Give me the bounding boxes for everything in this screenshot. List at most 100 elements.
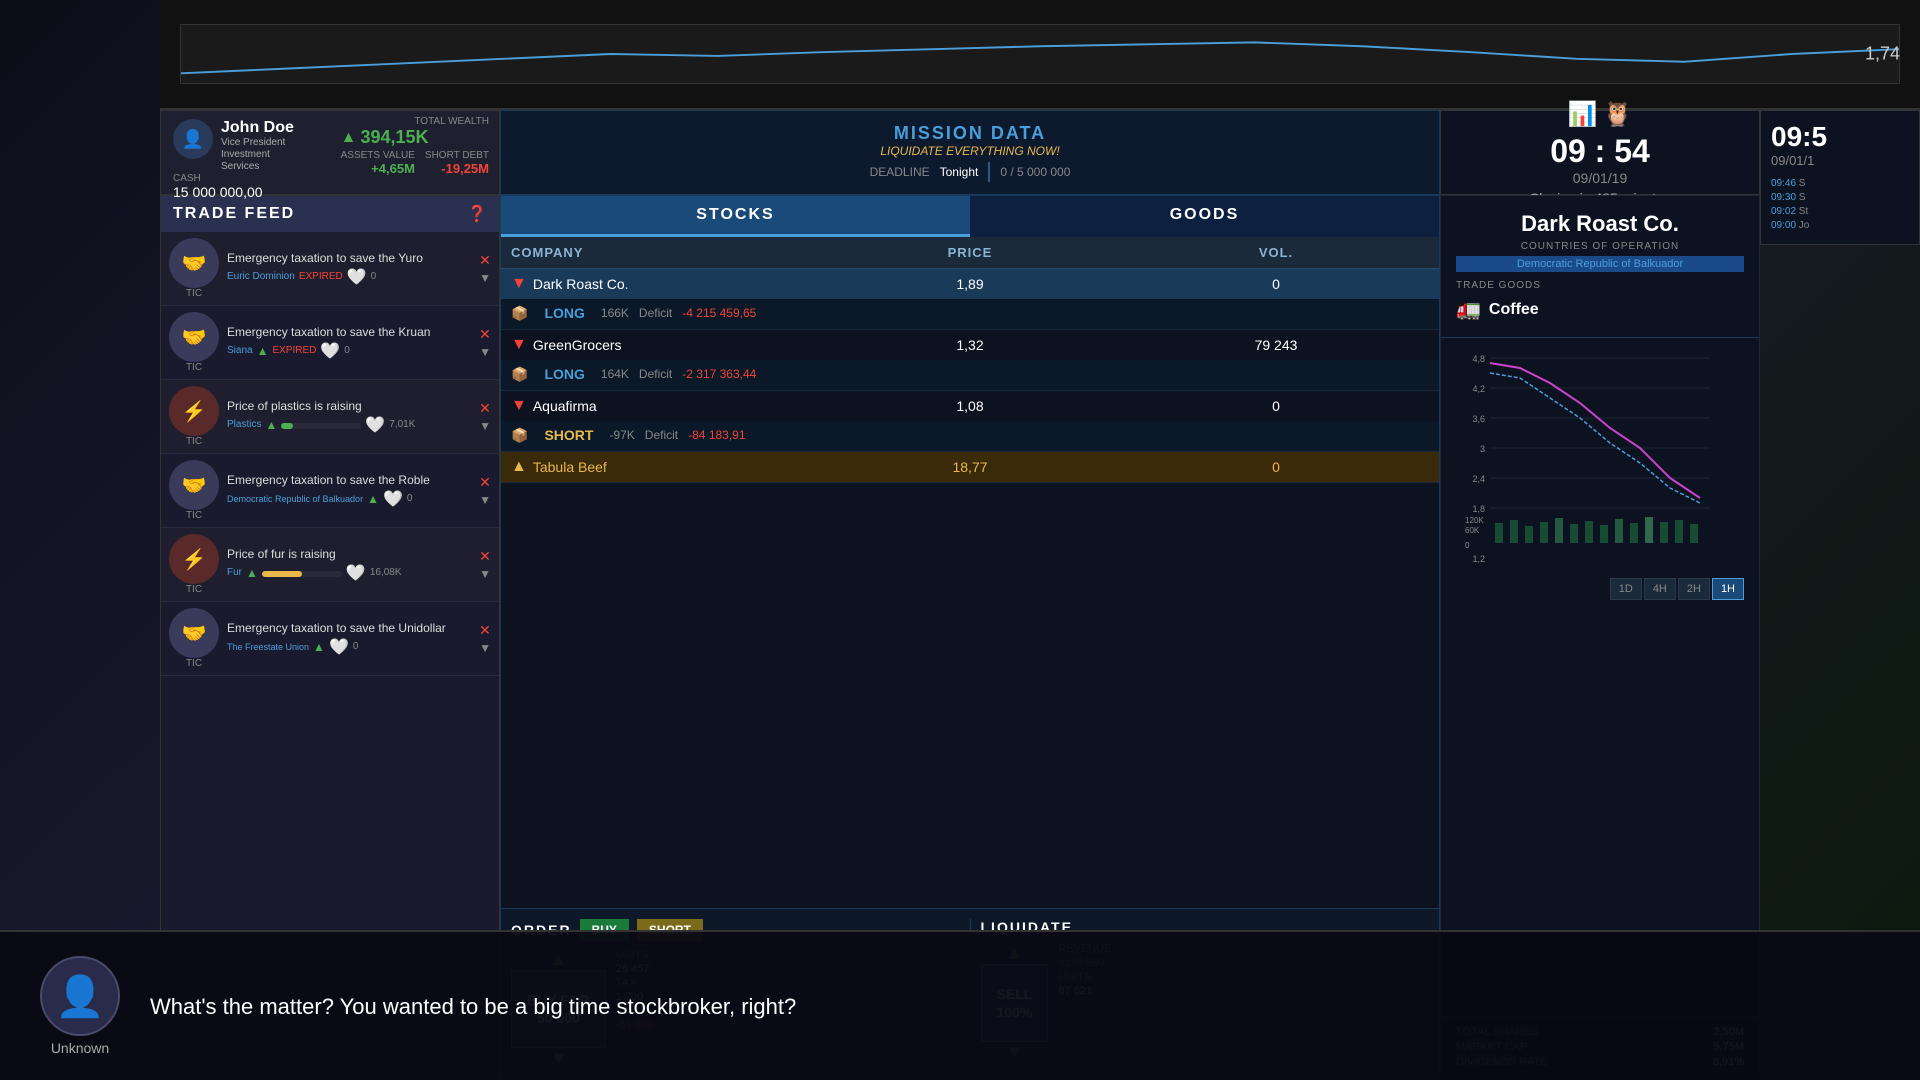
stock-price: 1,32 [817, 337, 1123, 353]
table-row[interactable]: ▼ Aquafirma 1,08 0 📦 SHORT -97K Deficit … [501, 391, 1439, 452]
tf-1d-button[interactable]: 1D [1610, 578, 1642, 600]
list-item: 🤝 TIC Emergency taxation to save the Yur… [161, 232, 499, 306]
list-item: ⚡ TIC Price of plastics is raising Plast… [161, 380, 499, 454]
timeframe-buttons: 1D 4H 2H 1H [1451, 573, 1749, 605]
position-status: Deficit [645, 428, 678, 442]
feed-msg: Emergency taxation to save the Roble [227, 473, 471, 487]
feed-love-icon: 🤍 [383, 489, 403, 509]
tf-4h-button[interactable]: 4H [1644, 578, 1676, 600]
stocks-table: ▼ Dark Roast Co. 1,89 0 📦 LONG 166K Defi… [501, 269, 1439, 908]
feed-source: Euric Dominion [227, 271, 295, 282]
svg-text:60K: 60K [1465, 526, 1480, 535]
chevron-down-icon[interactable]: ▼ [479, 419, 491, 433]
table-row[interactable]: ▼ GreenGrocers 1,32 79 243 📦 LONG 164K D… [501, 330, 1439, 391]
feed-expired: EXPIRED [299, 271, 343, 282]
assets-label: ASSETS VALUE [341, 150, 415, 161]
company-name: Dark Roast Co. [1456, 211, 1744, 237]
tab-stocks[interactable]: STOCKS [501, 196, 970, 237]
trade-feed-title: TRADE FEED [173, 205, 295, 223]
position-amount: -97K [609, 428, 634, 442]
wealth-section: TOTAL WEALTH ▲ 394,15K ASSETS VALUE +4,6… [341, 116, 489, 176]
close-icon[interactable]: ✕ [479, 252, 491, 269]
cash-row: CASH 15 000 000,00 [173, 173, 487, 200]
position-amount: 166K [601, 306, 629, 320]
assets-value: +4,65M [341, 161, 415, 176]
svg-text:3,6: 3,6 [1472, 414, 1485, 424]
assets-row: ASSETS VALUE +4,65M SHORT DEBT -19,25M [341, 150, 489, 176]
deadline-label: DEADLINE [870, 165, 930, 179]
mission-panel: MISSION DATA LIQUIDATE EVERYTHING NOW! D… [500, 110, 1440, 195]
feed-love-count: 7,01K [389, 419, 415, 430]
up-arrow-icon: ▲ [511, 458, 527, 476]
header-row: 👤 John Doe Vice President Investment Ser… [160, 110, 1760, 195]
close-icon[interactable]: ✕ [479, 400, 491, 417]
close-icon[interactable]: ✕ [479, 548, 491, 565]
stock-name: Aquafirma [533, 398, 597, 414]
tf-2h-button[interactable]: 2H [1678, 578, 1710, 600]
right-events: 09:46 S 09:30 S 09:02 St 09:00 Jo [1771, 178, 1909, 231]
svg-text:4,2: 4,2 [1472, 384, 1485, 394]
table-row[interactable]: ▼ Dark Roast Co. 1,89 0 📦 LONG 166K Defi… [501, 269, 1439, 330]
long-badge: LONG [538, 303, 590, 323]
position-icon: 📦 [511, 427, 528, 444]
short-badge: SHORT [538, 425, 599, 445]
user-title1: Vice President [221, 137, 294, 149]
position-icon: 📦 [511, 366, 528, 383]
down-arrow-icon: ▼ [511, 397, 527, 415]
list-item: 🤝 TIC Emergency taxation to save the Kru… [161, 306, 499, 380]
feed-source: Plastics [227, 419, 261, 430]
stock-name: GreenGrocers [533, 337, 622, 353]
speaker-avatar: 👤 [40, 956, 120, 1036]
chevron-down-icon[interactable]: ▼ [479, 271, 491, 285]
chevron-down-icon[interactable]: ▼ [479, 345, 491, 359]
feed-msg: Emergency taxation to save the Yuro [227, 251, 471, 265]
position-status: Deficit [639, 367, 672, 381]
speaker-name: Unknown [51, 1040, 109, 1056]
top-bar: 1,74 [160, 0, 1920, 110]
user-avatar: 👤 [173, 119, 213, 159]
avatar: 🤝 [169, 238, 219, 288]
user-panel: 👤 John Doe Vice President Investment Ser… [160, 110, 500, 195]
deficit-value: -84 183,91 [688, 428, 745, 442]
list-item: 🤝 TIC Emergency taxation to save the Uni… [161, 602, 499, 676]
close-icon[interactable]: ✕ [479, 326, 491, 343]
feed-source: Fur [227, 567, 242, 578]
tab-goods[interactable]: GOODS [970, 196, 1439, 237]
user-title2: Investment [221, 149, 294, 161]
table-row[interactable]: ▲ Tabula Beef 18,77 0 [501, 452, 1439, 483]
deficit-value: -2 317 363,44 [682, 367, 756, 381]
cash-value: 15 000 000,00 [173, 184, 263, 200]
trade-feed-header: TRADE FEED ❓ [161, 196, 499, 232]
tf-1h-button[interactable]: 1H [1712, 578, 1744, 600]
clock-time: 09 : 54 [1550, 133, 1650, 170]
owl-icon: 🦉 [1603, 100, 1633, 129]
close-icon[interactable]: ✕ [479, 622, 491, 639]
close-icon[interactable]: ✕ [479, 474, 491, 491]
down-arrow-icon: ▼ [511, 336, 527, 354]
chevron-down-icon[interactable]: ▼ [479, 493, 491, 507]
up-arrow-icon: ▲ [367, 492, 379, 506]
progress-text: 0 / 5 000 000 [1000, 165, 1070, 179]
th-vol: VOL. [1123, 245, 1429, 260]
dialog-speaker: 👤 Unknown [40, 956, 120, 1056]
stock-price: 1,08 [817, 398, 1123, 414]
avatar: 🤝 [169, 312, 219, 362]
cash-label: CASH [173, 173, 263, 184]
tabs-row: STOCKS GOODS [501, 196, 1439, 237]
up-arrow-icon: ▲ [257, 344, 269, 358]
stock-vol: 0 [1123, 459, 1429, 475]
feed-love-icon: 🤍 [346, 563, 366, 583]
help-icon[interactable]: ❓ [467, 204, 487, 224]
svg-text:4,8: 4,8 [1472, 354, 1485, 364]
position-icon: 📦 [511, 305, 528, 322]
chevron-down-icon[interactable]: ▼ [479, 641, 491, 655]
svg-text:0: 0 [1465, 541, 1470, 550]
trade-goods-label: TRADE GOODS [1456, 280, 1744, 291]
chevron-down-icon[interactable]: ▼ [479, 567, 491, 581]
debt-value: -19,25M [425, 161, 489, 176]
th-price: PRICE [817, 245, 1123, 260]
svg-text:1,8: 1,8 [1472, 504, 1485, 514]
avatar: 🤝 [169, 460, 219, 510]
stock-name: Tabula Beef [533, 459, 607, 475]
svg-text:2,4: 2,4 [1472, 474, 1485, 484]
